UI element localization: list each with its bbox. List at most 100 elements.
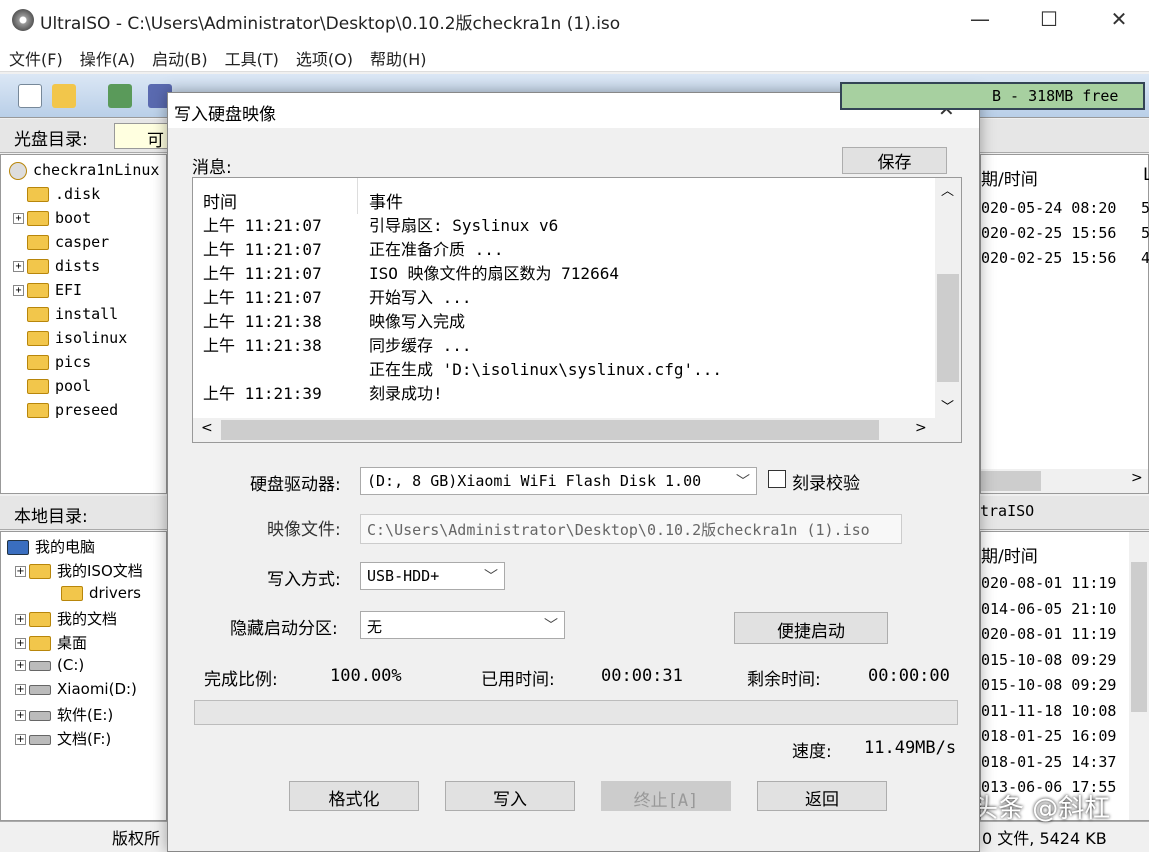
new-file-icon[interactable] (18, 84, 42, 108)
log-event: 开始写入 ... (369, 284, 472, 308)
tree-item[interactable]: casper (27, 233, 109, 257)
quick-boot-button[interactable]: 便捷启动 (734, 612, 888, 644)
tree-item-label: EFI (55, 281, 82, 299)
hidden-partition-select[interactable]: 无﹀ (360, 611, 565, 639)
tree-item[interactable]: pics (27, 353, 91, 377)
menu-boot[interactable]: 启动(B) (143, 40, 215, 70)
tree-item-label: (C:) (57, 656, 84, 674)
expand-icon[interactable]: + (15, 638, 26, 649)
drive-icon (29, 685, 51, 695)
tree-item-label: 桌面 (57, 634, 87, 652)
expand-icon[interactable]: + (15, 614, 26, 625)
drive-icon (29, 711, 51, 721)
list-date: 015-10-08 09:29 (981, 651, 1116, 669)
expand-icon[interactable]: + (15, 684, 26, 695)
format-button[interactable]: 格式化 (289, 781, 419, 811)
minimize-button[interactable]: — (950, 0, 1010, 40)
expand-icon[interactable]: + (15, 660, 26, 671)
tree-item[interactable]: isolinux (27, 329, 127, 353)
menu-actions[interactable]: 操作(A) (71, 40, 143, 70)
verify-label: 刻录校验 (792, 469, 860, 494)
elapsed-value: 00:00:31 (601, 666, 683, 686)
status-left: 版权所 (112, 825, 160, 849)
column-date[interactable]: 期/时间 (981, 542, 1038, 567)
back-button[interactable]: 返回 (757, 781, 887, 811)
menu-file[interactable]: 文件(F) (0, 40, 71, 70)
tree-item[interactable]: preseed (27, 401, 118, 425)
extract-icon[interactable] (108, 84, 132, 108)
menu-options[interactable]: 选项(O) (287, 40, 361, 70)
tree-item[interactable]: + 我的文档 (15, 608, 117, 632)
messages-label: 消息: (192, 153, 232, 178)
log-time: 上午 11:21:07 (203, 212, 322, 236)
message-log: 时间 事件 上午 11:21:07引导扇区: Syslinux v6上午 11:… (192, 177, 962, 443)
tree-item-label: 我的文档 (57, 610, 117, 628)
tree-item-label: isolinux (55, 329, 127, 347)
expand-icon[interactable]: + (15, 734, 26, 745)
expand-icon[interactable]: + (15, 566, 26, 577)
folder-icon (27, 307, 49, 322)
tree-item[interactable]: + (C:) (15, 656, 84, 680)
tree-item[interactable]: +文档(F:) (15, 728, 111, 752)
folder-icon (27, 331, 49, 346)
expand-icon[interactable]: + (15, 710, 26, 721)
tree-item[interactable]: + 桌面 (15, 632, 87, 656)
list-lba: 4 (1141, 249, 1149, 267)
image-file-field[interactable]: C:\Users\Administrator\Desktop\0.10.2版ch… (360, 514, 902, 544)
tree-item[interactable]: install (27, 305, 118, 329)
list-lba: 5 (1141, 199, 1149, 217)
chevron-down-icon: ﹀ (484, 566, 498, 586)
drive-select[interactable]: (D:, 8 GB)Xiaomi WiFi Flash Disk 1.00﹀ (360, 467, 757, 495)
horizontal-scrollbar[interactable]: > (981, 469, 1148, 493)
abort-button[interactable]: 终止[A] (601, 781, 731, 811)
hidden-partition-value: 无 (367, 618, 382, 636)
chevron-down-icon: ﹀ (736, 471, 750, 491)
tree-item[interactable]: + Xiaomi(D:) (15, 680, 137, 704)
local-path-field[interactable]: traISO (980, 502, 1034, 520)
tree-item[interactable]: + EFI (13, 281, 82, 305)
tree-item[interactable]: + dists (13, 257, 100, 281)
save-log-button[interactable]: 保存 (842, 147, 947, 174)
maximize-button[interactable]: ☐ (1019, 0, 1079, 40)
tree-item[interactable]: pool (27, 377, 91, 401)
list-date: 020-08-01 11:19 (981, 625, 1116, 643)
menu-help[interactable]: 帮助(H) (361, 40, 435, 70)
close-button[interactable]: ✕ (1089, 0, 1149, 40)
folder-icon (27, 379, 49, 394)
expand-icon[interactable]: + (13, 261, 24, 272)
log-event: 刻录成功! (369, 380, 443, 404)
column-event[interactable]: 事件 (369, 188, 403, 213)
vertical-scrollbar[interactable] (1129, 532, 1149, 820)
tree-item[interactable]: +boot (13, 209, 91, 233)
menu-tools[interactable]: 工具(T) (216, 40, 287, 70)
log-horizontal-scrollbar[interactable]: < > (193, 418, 961, 442)
tree-item-label: Xiaomi(D:) (57, 680, 137, 698)
column-date[interactable]: 期/时间 (981, 165, 1038, 190)
iso-dir-label: 光盘目录: (14, 125, 88, 150)
verify-checkbox[interactable] (768, 470, 786, 488)
list-date: 020-02-25 15:56 (981, 249, 1116, 267)
local-file-list: 期/时间 020-08-01 11:19014-06-05 21:10020-0… (980, 531, 1149, 821)
progress-bar (194, 700, 958, 725)
tree-item[interactable]: 我的电脑 (7, 536, 95, 560)
write-method-select[interactable]: USB-HDD+﹀ (360, 562, 505, 590)
tree-item[interactable]: .disk (27, 185, 100, 209)
tree-root[interactable]: checkra1nLinux (9, 161, 159, 185)
tree-item[interactable]: +我的ISO文档 (15, 560, 143, 584)
log-event: 同步缓存 ... (369, 332, 472, 356)
column-lba[interactable]: L (1143, 165, 1149, 185)
tree-item[interactable]: +软件(E:) (15, 704, 113, 728)
write-button[interactable]: 写入 (445, 781, 575, 811)
folder-icon (27, 187, 49, 202)
drive-icon (29, 661, 51, 671)
open-icon[interactable] (52, 84, 76, 108)
column-time[interactable]: 时间 (203, 188, 237, 213)
tree-item-label: preseed (55, 401, 118, 419)
iso-path-field[interactable]: 可 (114, 123, 174, 149)
expand-icon[interactable]: + (13, 213, 24, 224)
tree-item[interactable]: drivers (61, 584, 141, 608)
log-vertical-scrollbar[interactable]: ︿ ﹀ (935, 178, 961, 418)
tree-item-label: dists (55, 257, 100, 275)
tree-item-label: casper (55, 233, 109, 251)
expand-icon[interactable]: + (13, 285, 24, 296)
